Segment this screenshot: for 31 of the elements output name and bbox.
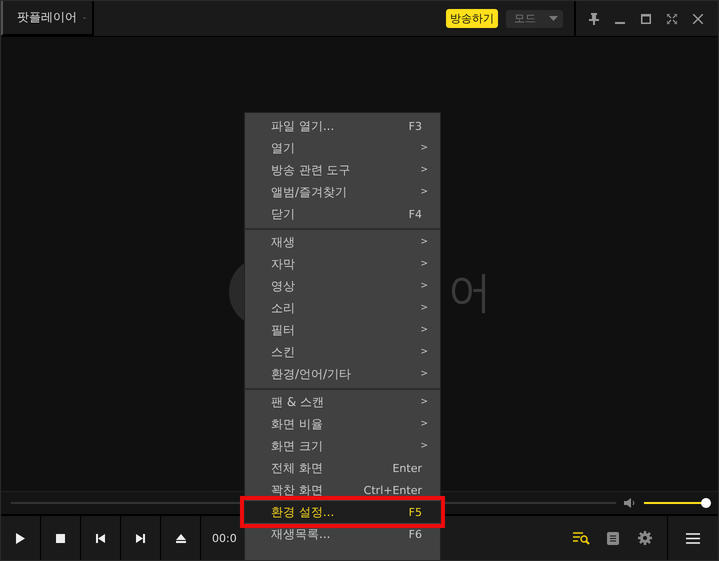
menu-item[interactable]: 파일 열기... F3 [245, 115, 440, 137]
caret-icon [549, 16, 558, 21]
eject-icon [176, 534, 186, 542]
menu-item[interactable]: 화면 비율 > [245, 413, 440, 435]
menu-item[interactable]: 환경/언어/기타 > [245, 363, 440, 385]
menu-item[interactable]: 닫기 F4 [245, 203, 440, 225]
menu-item[interactable]: 화면 크기 > [245, 435, 440, 457]
mode-dropdown[interactable]: 모드 [506, 10, 563, 28]
menu-item[interactable]: 환경 설정... F5 [245, 501, 440, 523]
menu-item[interactable]: 필터 > [245, 319, 440, 341]
previous-icon [96, 534, 105, 542]
menu-item[interactable]: 자막 > [245, 253, 440, 275]
menu-item[interactable]: 꽉찬 화면 Ctrl+Enter [245, 479, 440, 501]
stop-icon [56, 534, 65, 542]
play-icon [16, 532, 25, 544]
volume-slider[interactable] [644, 498, 708, 508]
menu-item[interactable]: 열기 > [245, 137, 440, 159]
menu-item[interactable]: 영상 > [245, 275, 440, 297]
menu-item[interactable]: 스킨 > [245, 341, 440, 363]
app-menu-button[interactable]: 팟플레이어 [1, 1, 94, 36]
menu-item[interactable]: 앨범/즐겨찾기 > [245, 181, 440, 203]
next-icon [136, 534, 145, 542]
time-display: 00:0 [212, 532, 237, 544]
broadcast-button[interactable]: 방송하기 [446, 9, 498, 28]
menu-item[interactable]: 방송 관련 도구 > [245, 159, 440, 181]
speaker-icon[interactable] [624, 498, 636, 508]
menu-item[interactable]: 재생목록... F6 [245, 523, 440, 545]
menu-item[interactable]: 전체 화면 Enter [245, 457, 440, 479]
menu-item[interactable]: 재생 > [245, 231, 440, 253]
menu-item[interactable]: 팬 & 스캔 > [245, 391, 440, 413]
menu-item[interactable]: 소리 > [245, 297, 440, 319]
